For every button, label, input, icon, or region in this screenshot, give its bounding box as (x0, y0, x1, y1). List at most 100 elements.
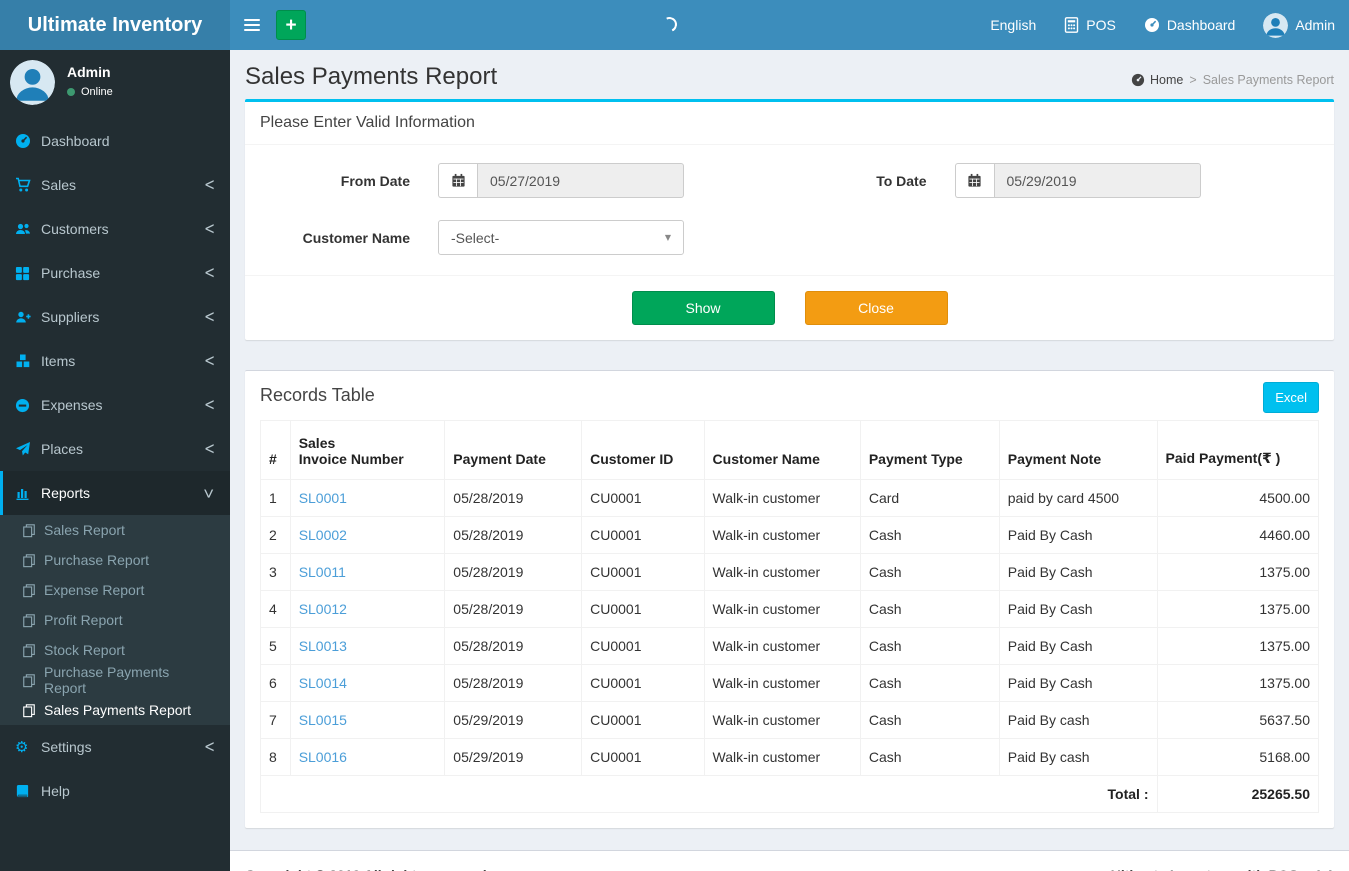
page-footer: Copyright © 2019 All rights reserved. Ul… (230, 850, 1349, 871)
col-header-customer-id[interactable]: Customer ID (581, 420, 705, 480)
row-cell: Cash (859, 738, 1000, 776)
sidebar-item-places[interactable]: Places < (0, 427, 230, 471)
sidebar-item-items[interactable]: Items < (0, 339, 230, 383)
version-text: Ultimate Inventory with POS -v1.1 (1111, 867, 1334, 871)
submenu-item-label: Expense Report (44, 582, 145, 598)
col-header-customer-name[interactable]: Customer Name (703, 420, 861, 480)
calendar-icon[interactable] (954, 163, 994, 198)
sidebar-toggle-icon[interactable] (230, 0, 274, 50)
pos-link[interactable]: POS (1050, 0, 1130, 50)
breadcrumb-separator: > (1189, 73, 1197, 87)
sidebar-item-settings[interactable]: ⚙ Settings < (0, 725, 230, 769)
user-menu[interactable]: Admin (1249, 0, 1349, 50)
sidebar-item-profit-report[interactable]: Profit Report (0, 605, 230, 635)
sidebar-item-expense-report[interactable]: Expense Report (0, 575, 230, 605)
records-panel: Records Table Excel # Sales Invoice Numb… (245, 370, 1334, 828)
row-index: 4 (260, 590, 291, 628)
user-label: Admin (1295, 17, 1335, 33)
sidebar-item-purchase-report[interactable]: Purchase Report (0, 545, 230, 575)
row-cell: CU0001 (581, 664, 705, 702)
sidebar-item-suppliers[interactable]: Suppliers < (0, 295, 230, 339)
invoice-link[interactable]: SL0002 (299, 527, 347, 543)
row-cell: Walk-in customer (703, 664, 861, 702)
sidebar-item-purchase-payments-report[interactable]: Purchase Payments Report (0, 664, 230, 696)
row-cell: 05/28/2019 (444, 627, 583, 665)
row-cell: 4500.00 (1156, 479, 1320, 517)
show-button[interactable]: Show (631, 291, 775, 325)
col-header-paid-payment[interactable]: Paid Payment(₹ ) (1156, 420, 1320, 480)
from-date-label: From Date (340, 172, 410, 189)
row-cell: CU0001 (581, 479, 705, 517)
sidebar-item-purchase[interactable]: Purchase < (0, 251, 230, 295)
invoice-link[interactable]: SL0014 (299, 675, 347, 691)
sidebar-item-customers[interactable]: Customers < (0, 207, 230, 251)
breadcrumb-current: Sales Payments Report (1202, 73, 1334, 87)
invoice-link[interactable]: SL0013 (299, 638, 347, 654)
sidebar-item-stock-report[interactable]: Stock Report (0, 635, 230, 665)
excel-export-button[interactable]: Excel (1263, 382, 1319, 413)
submenu-item-label: Sales Report (44, 522, 125, 538)
sidebar-item-label: Places (41, 441, 84, 457)
row-cell: CU0001 (581, 590, 705, 628)
close-button[interactable]: Close (804, 291, 948, 325)
col-header-index[interactable]: # (260, 420, 291, 480)
row-cell: CU0001 (581, 516, 705, 554)
row-index: 8 (260, 738, 291, 776)
minus-circle-icon (15, 398, 41, 413)
add-button[interactable]: + (276, 10, 306, 40)
sidebar-item-sales[interactable]: Sales < (0, 163, 230, 207)
app-logo[interactable]: Ultimate Inventory (0, 0, 230, 50)
row-index: 3 (260, 553, 291, 591)
user-panel: Admin Online (0, 50, 230, 115)
to-date-input[interactable] (993, 163, 1201, 198)
invoice-link[interactable]: SL0016 (299, 749, 347, 765)
sidebar-item-dashboard[interactable]: Dashboard (0, 119, 230, 163)
reports-submenu: Sales Report Purchase Report Expense Rep… (0, 515, 230, 725)
row-cell: 5168.00 (1156, 738, 1320, 776)
users-icon (15, 221, 41, 237)
dashboard-link[interactable]: Dashboard (1130, 0, 1250, 50)
invoice-link[interactable]: SL0012 (299, 601, 347, 617)
language-menu[interactable]: English (976, 0, 1050, 50)
sidebar-item-sales-report[interactable]: Sales Report (0, 515, 230, 545)
col-header-invoice[interactable]: Sales Invoice Number (289, 420, 446, 480)
records-tbody: 1 SL0001 05/28/2019 CU0001 Walk-in customer C… (260, 479, 1320, 776)
row-cell: Paid By Cash (998, 590, 1158, 628)
from-date-input[interactable] (477, 163, 684, 198)
row-cell: 1375.00 (1156, 590, 1320, 628)
row-cell: CU0001 (581, 738, 705, 776)
gears-icon: ⚙ (15, 737, 29, 756)
row-cell: 05/28/2019 (444, 664, 583, 702)
chevron-left-icon: < (204, 351, 215, 371)
col-header-payment-note[interactable]: Payment Note (998, 420, 1158, 480)
row-cell: 1375.00 (1156, 664, 1320, 702)
files-icon (22, 703, 36, 718)
user-status[interactable]: Online (67, 86, 113, 98)
row-cell: 05/29/2019 (444, 738, 583, 776)
customer-select[interactable]: -Select- ▼ (438, 220, 684, 255)
calendar-icon[interactable] (438, 163, 477, 198)
sidebar-user-name: Admin (67, 64, 111, 80)
row-cell: Paid By cash (998, 701, 1158, 739)
invoice-link[interactable]: SL0011 (299, 564, 346, 580)
sidebar-item-reports[interactable]: Reports < (0, 471, 230, 515)
row-cell: Walk-in customer (703, 590, 861, 628)
sidebar-item-label: Settings (41, 739, 92, 755)
row-cell: 05/28/2019 (444, 590, 583, 628)
submenu-item-label: Stock Report (44, 642, 125, 658)
sidebar-item-label: Dashboard (41, 133, 110, 149)
invoice-link[interactable]: SL0001 (299, 490, 347, 506)
col-header-payment-date[interactable]: Payment Date (444, 420, 583, 480)
sidebar-item-expenses[interactable]: Expenses < (0, 383, 230, 427)
row-cell: 5637.50 (1156, 701, 1320, 739)
col-header-payment-type[interactable]: Payment Type (859, 420, 1000, 480)
grid-icon (15, 266, 41, 281)
chevron-down-icon: < (199, 487, 220, 499)
invoice-link[interactable]: SL0015 (299, 712, 347, 728)
sidebar-item-help[interactable]: Help (0, 769, 230, 813)
sidebar-item-sales-payments-report[interactable]: Sales Payments Report (0, 695, 230, 725)
breadcrumb-home-link[interactable]: Home (1131, 73, 1183, 87)
sidebar-item-label: Expenses (41, 397, 103, 413)
total-value: 25265.50 (1156, 775, 1320, 813)
sidebar-item-label: Sales (41, 177, 77, 193)
